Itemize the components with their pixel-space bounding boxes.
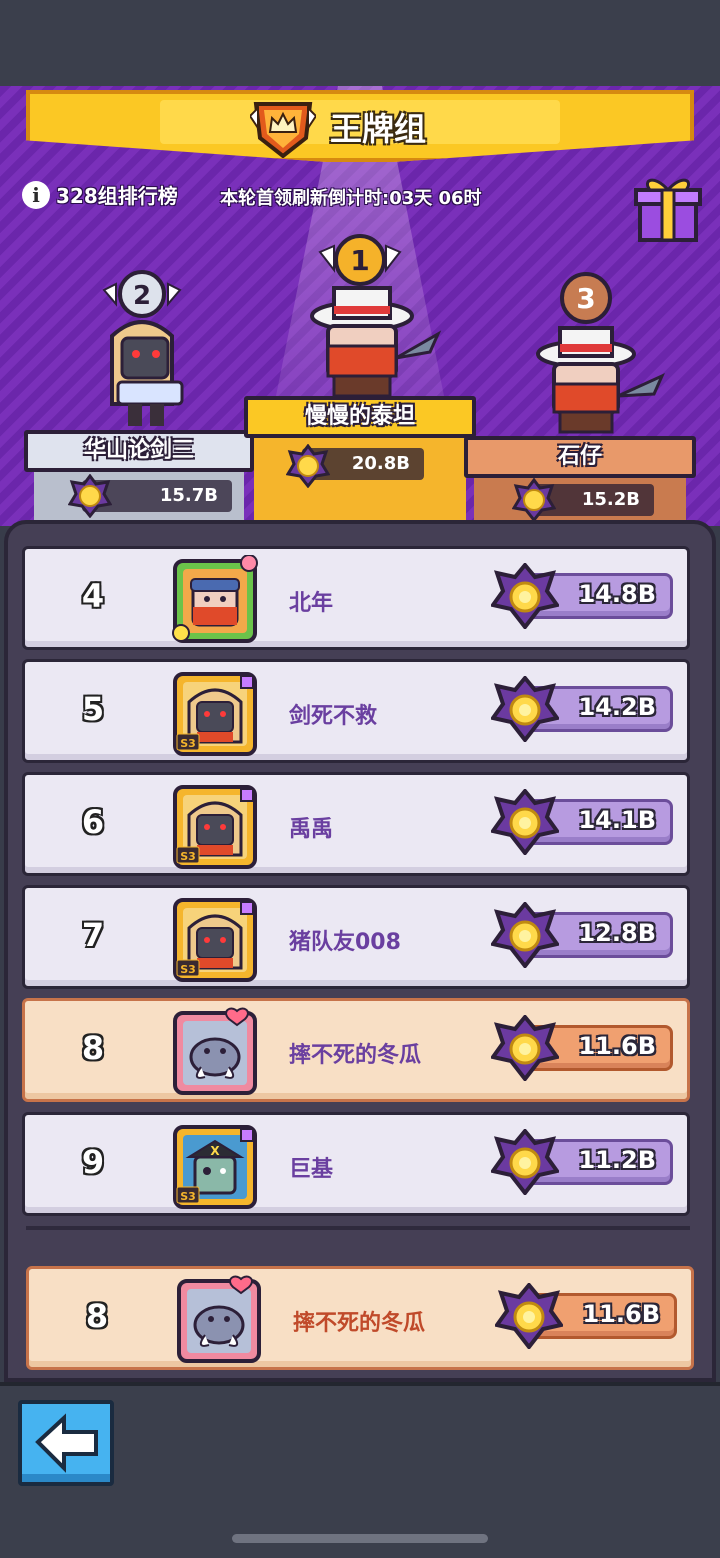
svg-text:X: X [210, 1144, 220, 1158]
ninja-goggles-avatar-icon[interactable] [171, 555, 259, 643]
podium-rank-1[interactable]: 慢慢的泰坦 20.8B [244, 396, 476, 524]
purple-star-medal-icon [286, 444, 330, 488]
player-score: 12.8B [578, 919, 656, 947]
rank-2-character: 2 [102, 270, 184, 426]
podium-rank-3[interactable]: 石仔 15.2B [464, 436, 696, 524]
purple-star-medal-icon [491, 563, 559, 629]
player-score: 11.2B [578, 1146, 656, 1174]
svg-text:3: 3 [576, 282, 595, 315]
player-score: 11.6B [578, 1032, 656, 1060]
status-bar [0, 0, 720, 86]
rank-row[interactable]: 6 S3 禹禹 14.1B [22, 772, 690, 876]
player-name: 摔不死的冬瓜 [289, 1043, 422, 1068]
rank-number: 8 [81, 1029, 105, 1067]
purple-star-medal-icon [491, 1015, 559, 1081]
purple-star-medal-icon [491, 789, 559, 855]
podium-rank-2[interactable]: 华山论剑三 15.7B [24, 430, 254, 524]
rank-number: 5 [81, 690, 105, 728]
gift-box-icon[interactable] [634, 172, 702, 244]
purple-star-medal-icon [495, 1283, 563, 1349]
purple-star-medal-icon [491, 676, 559, 742]
rank-row[interactable]: 5 S3 剑死不救 14.2B [22, 659, 690, 763]
podium-name-1: 慢慢的泰坦 [244, 396, 476, 438]
season-badge: S3 [180, 1190, 196, 1203]
crown-shield-icon [250, 102, 316, 158]
player-score: 14.1B [578, 806, 656, 834]
rank-number: 4 [81, 577, 105, 615]
rank-number: 8 [85, 1297, 109, 1335]
list-divider [26, 1226, 690, 1230]
back-button[interactable] [18, 1400, 114, 1486]
left-arrow-icon[interactable] [22, 1404, 110, 1482]
refresh-countdown: 本轮首领刷新倒计时:03天 06时 [220, 188, 482, 209]
player-score: 14.2B [578, 693, 656, 721]
player-score: 14.8B [578, 580, 656, 608]
season-badge: S3 [180, 737, 196, 750]
rank-number: 9 [81, 1143, 105, 1181]
purple-star-medal-icon [491, 1129, 559, 1195]
leaderboard-label: 328组排行榜 [56, 184, 178, 208]
self-rank-row[interactable]: 8 摔不死的冬瓜 11.6B [26, 1266, 694, 1370]
rank-row[interactable]: 8 摔不死的冬瓜 11.6B [22, 998, 690, 1102]
player-name: 禹禹 [289, 817, 334, 842]
player-name: 剑死不救 [289, 704, 378, 729]
hooded-robot-avatar-icon[interactable]: S3 [171, 894, 259, 982]
rank-1-character: 1 [310, 234, 442, 398]
player-name: 摔不死的冬瓜 [293, 1311, 426, 1336]
rank-3-character: 3 [536, 272, 665, 434]
player-name: 北年 [289, 591, 334, 616]
leaderboard-info[interactable]: i 328组排行榜 [22, 180, 178, 209]
rank-row[interactable]: 4 北年 14.8B [22, 546, 690, 650]
player-name: 猪队友008 [289, 930, 401, 955]
player-score: 11.6B [582, 1300, 660, 1328]
page-title: 王牌组 [330, 110, 427, 148]
boar-avatar-icon [177, 1275, 261, 1363]
boar-avatar-icon[interactable] [171, 1007, 259, 1095]
purple-star-medal-icon [512, 478, 556, 522]
season-badge: S3 [180, 963, 196, 976]
rank-row[interactable]: 7 S3 猪队友008 12.8B [22, 885, 690, 989]
rank-number: 6 [81, 803, 105, 841]
home-indicator [232, 1534, 488, 1543]
podium-name-2: 华山论剑三 [24, 430, 254, 472]
season-badge: S3 [180, 850, 196, 863]
pirate-zombie-avatar-icon[interactable]: X S3 [171, 1121, 259, 1209]
player-name: 巨基 [289, 1157, 334, 1182]
info-icon[interactable]: i [22, 180, 50, 209]
podium-name-3: 石仔 [464, 436, 696, 478]
hooded-robot-avatar-icon[interactable]: S3 [171, 781, 259, 869]
rank-row[interactable]: 9 X S3 巨基 11.2B [22, 1112, 690, 1216]
svg-text:2: 2 [133, 281, 151, 311]
purple-star-medal-icon [68, 474, 112, 518]
hooded-robot-avatar-icon[interactable]: S3 [171, 668, 259, 756]
svg-text:1: 1 [350, 244, 369, 277]
purple-star-medal-icon [491, 902, 559, 968]
rank-number: 7 [81, 916, 105, 954]
